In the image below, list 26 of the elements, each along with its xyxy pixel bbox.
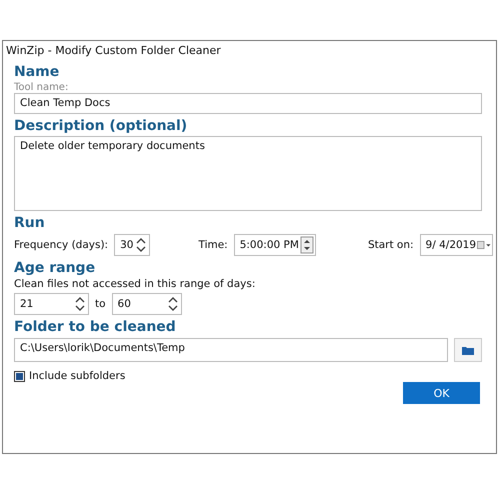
field-label: Tool name: (14, 82, 70, 93)
number-spinner[interactable]: 60 (112, 293, 182, 315)
field-label: Start on: (368, 239, 414, 251)
ok-button[interactable]: OK (403, 382, 480, 404)
field-label: to (95, 298, 106, 310)
browse-button[interactable] (454, 338, 482, 362)
section-heading: Description (optional) (14, 118, 188, 134)
input-field[interactable]: Clean Temp Docs (14, 93, 482, 114)
checkbox-label: Include subfolders (29, 370, 126, 382)
folder-icon (461, 344, 475, 356)
section-heading: Folder to be cleaned (14, 319, 177, 335)
number-spinner[interactable]: 21 (14, 293, 89, 315)
checkbox[interactable] (14, 370, 25, 382)
field-label: Time: (198, 239, 228, 251)
text-area[interactable]: Delete older temporary documents (14, 136, 482, 211)
field-label: Frequency (days): (14, 239, 108, 251)
date-picker[interactable]: 9/ 4/2019 (420, 234, 494, 256)
section-heading: Age range (14, 260, 96, 276)
section-heading: Name (14, 64, 60, 80)
time-picker[interactable]: 5:00:00 PM (234, 234, 316, 256)
section-heading: Run (14, 215, 46, 231)
spinner-arrows-icon[interactable] (298, 235, 315, 255)
window-title: WinZip - Modify Custom Folder Cleaner (6, 44, 222, 59)
field-label: Clean files not accessed in this range of days: (14, 278, 256, 290)
path-field[interactable]: C:\Users\lorik\Documents\Temp (14, 338, 448, 362)
number-spinner[interactable]: 30 (114, 234, 150, 256)
